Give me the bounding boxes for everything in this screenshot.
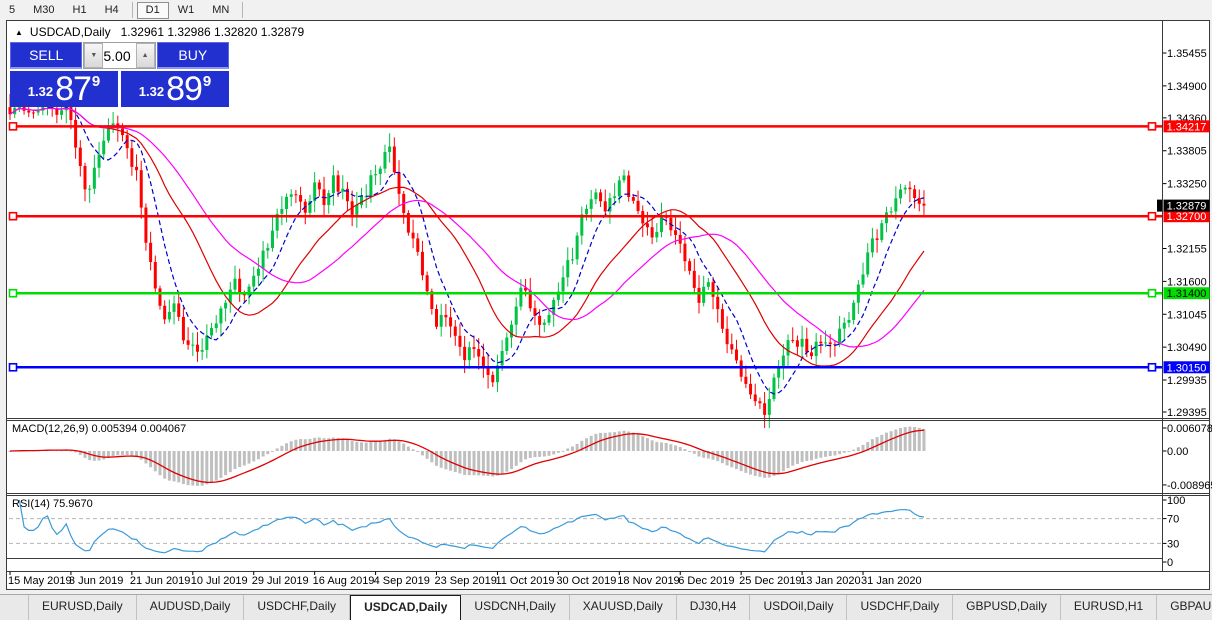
price-axis-label: 1.33250 [1167, 179, 1207, 191]
price-level-tag: 1.31400 [1164, 287, 1210, 300]
date-axis-label: 16 Aug 2019 [313, 575, 375, 587]
price-axis-label: 1.34900 [1167, 81, 1207, 93]
timeframe-button-MN[interactable]: MN [203, 2, 238, 19]
date-axis-label: 25 Dec 2019 [739, 575, 801, 587]
price-axis-label: 1.31600 [1167, 276, 1207, 288]
date-axis-label: 30 Oct 2019 [556, 575, 616, 587]
sell-price-prefix: 1.32 [28, 84, 53, 99]
date-axis-label: 3 Jun 2019 [69, 575, 123, 587]
date-axis-label: 18 Nov 2019 [617, 575, 679, 587]
chart-header: ▲ USDCAD,Daily 1.32961 1.32986 1.32820 1… [15, 25, 304, 39]
timeframe-button-W1[interactable]: W1 [169, 2, 204, 19]
timeframe-button-H4[interactable]: H4 [96, 2, 128, 19]
volume-increase-icon[interactable]: ▲ [136, 43, 155, 68]
svg-text:1.30150: 1.30150 [1167, 362, 1207, 374]
tab-gbpusd-daily[interactable]: GBPUSD,Daily [953, 595, 1061, 620]
chart-window: 1.354551.349001.343601.338051.332501.321… [0, 20, 1212, 592]
date-axis-label: 13 Jan 2020 [800, 575, 861, 587]
macd-axis-label: -0.008965 [1167, 480, 1212, 492]
timeframe-button-H1[interactable]: H1 [64, 2, 96, 19]
timeframe-button-M30[interactable]: M30 [24, 2, 63, 19]
price-axis-label: 1.31045 [1167, 309, 1207, 321]
price-axis-label: 1.32155 [1167, 243, 1207, 255]
date-axis-label: 15 May 2019 [8, 575, 72, 587]
current-price-tag: 1.32879 [1157, 200, 1210, 213]
macd-label: MACD(12,26,9) 0.005394 0.004067 [12, 423, 186, 435]
sell-button[interactable]: SELL [10, 42, 82, 69]
price-axis-label: 1.35455 [1167, 48, 1207, 60]
rsi-axis-label: 30 [1167, 538, 1179, 550]
tab-usdchf-daily[interactable]: USDCHF,Daily [847, 595, 953, 620]
date-axis-label: 23 Sep 2019 [435, 575, 497, 587]
rsi-label: RSI(14) 75.9670 [12, 498, 93, 510]
buy-price-prefix: 1.32 [139, 84, 164, 99]
timeframe-button-D1[interactable]: D1 [137, 2, 169, 19]
chart-ohlc-values: 1.32961 1.32986 1.32820 1.32879 [121, 25, 305, 39]
tab-dj30-h4[interactable]: DJ30,H4 [677, 595, 751, 620]
tab-xauusd-daily[interactable]: XAUUSD,Daily [570, 595, 677, 620]
date-axis-label: 11 Oct 2019 [495, 575, 554, 587]
tab-usdchf-daily[interactable]: USDCHF,Daily [244, 595, 350, 620]
toolbar-separator [242, 2, 243, 18]
tab-usdcnh-daily[interactable]: USDCNH,Daily [461, 595, 569, 620]
rsi-axis-label: 70 [1167, 514, 1179, 526]
buy-price-big: 89 [166, 75, 202, 104]
timeframe-toolbar: 5M30H1H4 D1W1MN [0, 0, 1212, 20]
price-axis-label: 1.33805 [1167, 146, 1207, 158]
buy-price-sup: 9 [203, 73, 211, 90]
volume-stepper: ▼ 5.00 ▲ [83, 42, 155, 69]
macd-axis-label: 0.00 [1167, 446, 1188, 458]
tab-eurusd-h1[interactable]: EURUSD,H1 [1061, 595, 1157, 620]
sell-price-sup: 9 [92, 73, 100, 90]
toolbar-separator [132, 2, 133, 18]
date-axis-label: 10 Jul 2019 [191, 575, 248, 587]
sell-price-big: 87 [55, 75, 91, 104]
rsi-axis-label: 0 [1167, 557, 1173, 569]
volume-decrease-icon[interactable]: ▼ [84, 43, 103, 68]
svg-text:1.31400: 1.31400 [1167, 288, 1207, 300]
svg-text:1.32700: 1.32700 [1167, 211, 1207, 223]
date-axis-label: 31 Jan 2020 [861, 575, 922, 587]
price-axis-label: 1.30490 [1167, 342, 1207, 354]
svg-text:1.32879: 1.32879 [1167, 201, 1207, 213]
price-level-tag: 1.30150 [1164, 361, 1210, 374]
tab-audusd-daily[interactable]: AUDUSD,Daily [137, 595, 245, 620]
one-click-trade-panel: SELL ▼ 5.00 ▲ BUY 1.32 87 9 1.32 89 9 [10, 42, 229, 107]
tab-gbpaud-h1[interactable]: GBPAUD,H1 [1157, 595, 1212, 620]
date-axis-label: 4 Sep 2019 [374, 575, 430, 587]
buy-price-box[interactable]: 1.32 89 9 [121, 71, 229, 107]
price-axis-label: 1.29395 [1167, 407, 1207, 419]
svg-text:1.34217: 1.34217 [1167, 121, 1207, 133]
sell-price-box[interactable]: 1.32 87 9 [10, 71, 118, 107]
price-axis-label: 1.29935 [1167, 375, 1207, 387]
date-axis-label: 29 Jul 2019 [252, 575, 309, 587]
date-axis-label: 6 Dec 2019 [678, 575, 734, 587]
volume-input[interactable]: 5.00 [103, 43, 135, 68]
symbol-tab-bar: EURUSD,DailyAUDUSD,DailyUSDCHF,DailyUSDC… [0, 594, 1212, 620]
tab-eurusd-daily[interactable]: EURUSD,Daily [28, 595, 137, 620]
chart-symbol-label: USDCAD,Daily [30, 25, 111, 39]
tab-usdcad-daily[interactable]: USDCAD,Daily [350, 595, 461, 620]
price-level-tag: 1.34217 [1164, 120, 1210, 133]
date-axis-label: 21 Jun 2019 [130, 575, 191, 587]
buy-button[interactable]: BUY [157, 42, 229, 69]
rsi-axis-label: 100 [1167, 495, 1185, 507]
macd-axis-label: 0.006078 [1167, 423, 1212, 435]
collapse-triangle-icon[interactable]: ▲ [15, 28, 23, 37]
tab-usdoil-daily[interactable]: USDOil,Daily [750, 595, 847, 620]
timeframe-button-5[interactable]: 5 [0, 2, 24, 19]
